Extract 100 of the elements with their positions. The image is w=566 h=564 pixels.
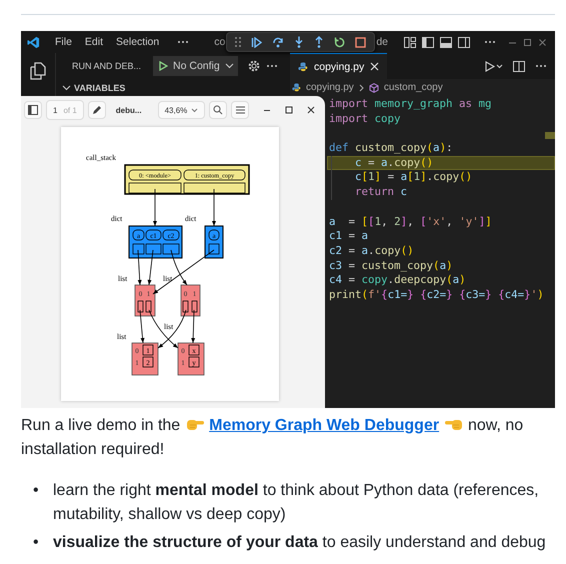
search-button[interactable] — [209, 101, 228, 119]
more-icon[interactable] — [484, 40, 496, 44]
value-cell — [142, 344, 154, 356]
more-icon[interactable] — [535, 64, 547, 68]
value-cell — [188, 356, 200, 368]
arrow — [140, 310, 145, 344]
menu-button[interactable] — [231, 101, 250, 119]
value-slot — [208, 244, 220, 254]
menu-item[interactable]: File — [55, 36, 72, 48]
frame-cell — [184, 170, 246, 180]
value-slot — [182, 300, 188, 312]
arrow — [191, 310, 196, 344]
value-slot — [192, 300, 198, 312]
step-over-icon[interactable] — [272, 36, 284, 48]
chevron-icon — [224, 63, 234, 69]
document-title: debu... — [116, 106, 142, 114]
code-line: c[1] = a[1].copy() — [354, 170, 474, 186]
python-icon — [292, 83, 301, 92]
layout-icon[interactable] — [404, 36, 416, 48]
list-node — [178, 342, 204, 376]
code-line: print(f'{c1=} {c2=} {c3=} {c4=}') — [329, 288, 545, 303]
python-icon — [298, 62, 308, 72]
files-icon[interactable] — [30, 62, 46, 80]
sidebar-toggle-icon[interactable] — [422, 36, 434, 48]
split-editor-icon[interactable] — [513, 60, 525, 72]
zoom-dropdown[interactable]: 43,6% — [158, 101, 206, 119]
step-into-icon[interactable] — [294, 36, 304, 48]
cube-icon — [368, 82, 379, 92]
menu-icon — [236, 106, 245, 114]
key-cell — [132, 230, 144, 240]
more-icon[interactable] — [177, 40, 190, 44]
code-line: a = [[1, 2], ['x', 'y']] — [329, 214, 493, 230]
stop-icon[interactable] — [355, 36, 366, 48]
pointing-hand-icon — [184, 418, 205, 432]
key-cell — [146, 230, 162, 240]
pen-icon — [92, 105, 102, 115]
breadcrumb[interactable]: custom_copy — [384, 82, 443, 93]
menu-item[interactable]: Selection — [116, 36, 160, 48]
key-cell — [162, 230, 180, 240]
pointing-hand-icon — [444, 418, 464, 432]
arrow — [158, 310, 186, 348]
panel-title: RUN AND DEB... — [72, 61, 142, 71]
list-item-text: visualize the structure of your data to easily understand and debug — [53, 533, 547, 553]
continue-icon[interactable] — [251, 36, 262, 48]
arrow — [148, 310, 178, 348]
code-line: c2 = a.copy() — [329, 244, 415, 259]
menu-item[interactable]: Edit — [84, 36, 104, 48]
page-field[interactable]: 1 of 1 — [46, 100, 84, 120]
frame-slot — [128, 182, 182, 194]
configuration-dropdown[interactable]: No Config — [153, 56, 238, 76]
more-icon[interactable] — [266, 64, 278, 68]
value-slot — [146, 244, 162, 254]
step-out-icon[interactable] — [314, 36, 324, 48]
code-line: def custom_copy(a): — [329, 141, 454, 156]
window-title: de — [376, 36, 388, 48]
section-header[interactable]: VARIABLES — [56, 79, 126, 96]
code-line: return c — [354, 185, 408, 200]
value-slot — [146, 300, 152, 312]
chevron-icon — [191, 108, 198, 112]
value-cell — [142, 356, 154, 368]
intro-paragraph: Run a live demo in the Memory Graph Web Debugger now, no installation required! — [21, 416, 524, 460]
annotate-button[interactable] — [88, 101, 106, 119]
grip-icon[interactable] — [235, 37, 242, 47]
code-line: c1 = a — [329, 229, 370, 244]
window-title: co — [214, 36, 226, 48]
code-line: import memory_graph as mg — [329, 97, 493, 112]
search-icon — [213, 105, 224, 115]
settings-icon[interactable] — [248, 60, 260, 72]
play-icon — [159, 61, 168, 71]
chevron-right-icon — [358, 84, 364, 92]
key-cell — [208, 230, 220, 240]
list-node — [132, 342, 158, 376]
arrow — [153, 188, 157, 226]
close-icon[interactable] — [307, 106, 316, 114]
arrow — [212, 188, 216, 226]
code-line: c4 = copy.deepcopy(a) — [329, 273, 467, 288]
logo-icon — [27, 36, 40, 48]
sidebar-icon — [28, 105, 38, 115]
value-slot — [162, 244, 180, 254]
panel-toggle-icon[interactable] — [440, 36, 452, 48]
restart-icon[interactable] — [334, 36, 346, 48]
code-line: import copy — [329, 112, 402, 126]
breadcrumb[interactable]: copying.py — [306, 82, 354, 93]
list-item-text: learn the right mental model to think about Python data (references, mutability, shallow vs deep copy) — [53, 481, 540, 525]
link[interactable]: Memory Graph Web Debugger — [209, 417, 440, 434]
bullet-marker: • — [33, 481, 40, 501]
code-line: c3 = custom_copy(a) — [329, 258, 454, 274]
value-slot — [138, 300, 144, 312]
maximize-icon[interactable] — [285, 106, 294, 114]
split-panel-icon[interactable] — [458, 36, 470, 48]
sidebar-toggle-button[interactable] — [24, 101, 42, 119]
frame-slot — [184, 182, 246, 194]
editor-tab[interactable]: copying.py — [290, 53, 388, 79]
bullet-marker: • — [33, 533, 40, 553]
value-cell — [188, 344, 200, 356]
frame-cell — [128, 170, 182, 180]
overview-ruler-mark — [545, 132, 555, 139]
arrow — [138, 250, 142, 286]
run-icon[interactable] — [485, 60, 503, 72]
value-slot — [132, 244, 144, 254]
